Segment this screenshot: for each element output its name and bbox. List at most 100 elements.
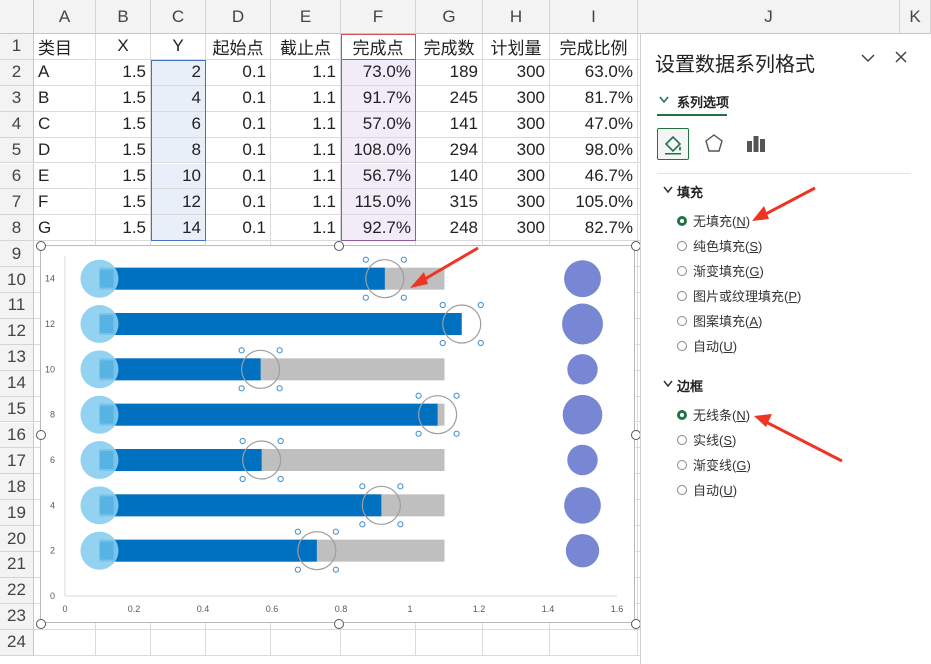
table-cell[interactable]: 1.1 bbox=[271, 59, 341, 86]
table-header-cell[interactable]: 类目 bbox=[34, 34, 96, 60]
column-header[interactable]: B bbox=[96, 0, 151, 34]
empty-cell[interactable] bbox=[416, 629, 483, 656]
empty-cell[interactable] bbox=[151, 629, 206, 656]
row-header[interactable]: 7 bbox=[0, 189, 34, 216]
radio-option-border-2[interactable]: 渐变线(G) bbox=[677, 455, 751, 474]
row-header[interactable]: 3 bbox=[0, 85, 34, 112]
column-header[interactable]: J bbox=[638, 0, 900, 34]
table-cell[interactable]: E bbox=[34, 163, 96, 190]
row-header[interactable]: 2 bbox=[0, 59, 34, 86]
table-cell[interactable]: 1.5 bbox=[96, 85, 151, 112]
table-cell[interactable]: 47.0% bbox=[550, 111, 638, 138]
table-header-cell[interactable]: 完成数 bbox=[416, 34, 483, 60]
radio-button[interactable] bbox=[677, 340, 687, 351]
row-header[interactable]: 8 bbox=[0, 215, 34, 242]
table-cell[interactable]: 1.5 bbox=[96, 59, 151, 86]
table-cell[interactable]: 81.7% bbox=[550, 85, 638, 112]
column-header[interactable]: H bbox=[483, 0, 550, 34]
table-cell[interactable]: 140 bbox=[416, 163, 483, 190]
row-header[interactable]: 17 bbox=[0, 448, 34, 475]
chart-area[interactable]: 0 0.2 0.4 0.6 0.8 1 1.2 1.4 1.6 0 2 4 6 8 10 12 14 bbox=[36, 241, 641, 629]
row-header[interactable]: 15 bbox=[0, 396, 34, 423]
table-cell[interactable]: 98.0% bbox=[550, 137, 638, 164]
table-cell[interactable]: 294 bbox=[416, 137, 483, 164]
column-header[interactable]: G bbox=[416, 0, 483, 34]
table-cell[interactable]: D bbox=[34, 137, 96, 164]
empty-cell[interactable] bbox=[341, 629, 416, 656]
empty-cell[interactable] bbox=[96, 629, 151, 656]
empty-cell[interactable] bbox=[483, 629, 550, 656]
table-cell[interactable]: 1.5 bbox=[96, 137, 151, 164]
table-cell[interactable]: 245 bbox=[416, 85, 483, 112]
radio-option-fill-0[interactable]: 无填充(N) bbox=[677, 211, 750, 230]
table-cell[interactable]: 189 bbox=[416, 59, 483, 86]
row-header[interactable]: 22 bbox=[0, 577, 34, 604]
table-cell[interactable]: F bbox=[34, 189, 96, 216]
table-cell[interactable]: 1.1 bbox=[271, 189, 341, 216]
radio-button[interactable] bbox=[677, 434, 687, 445]
table-cell[interactable]: C bbox=[34, 111, 96, 138]
column-header[interactable]: A bbox=[34, 0, 96, 34]
table-cell[interactable]: 300 bbox=[483, 215, 550, 242]
table-cell[interactable]: 105.0% bbox=[550, 189, 638, 216]
column-header[interactable]: K bbox=[900, 0, 931, 34]
row-header[interactable]: 20 bbox=[0, 526, 34, 552]
series-options-icon[interactable] bbox=[741, 128, 771, 158]
row-header[interactable]: 21 bbox=[0, 552, 34, 578]
empty-cell[interactable] bbox=[206, 629, 271, 656]
row-header[interactable]: 23 bbox=[0, 603, 34, 630]
table-cell[interactable]: 300 bbox=[483, 189, 550, 216]
table-cell[interactable]: 300 bbox=[483, 163, 550, 190]
chevron-down-icon[interactable] bbox=[861, 50, 875, 68]
row-header[interactable]: 16 bbox=[0, 422, 34, 449]
table-cell[interactable]: 1.1 bbox=[271, 137, 341, 164]
table-cell[interactable]: 0.1 bbox=[206, 215, 271, 242]
radio-button[interactable] bbox=[677, 290, 687, 301]
table-cell[interactable]: 82.7% bbox=[550, 215, 638, 242]
row-header[interactable]: 10 bbox=[0, 267, 34, 293]
chart-resize-handle[interactable] bbox=[36, 619, 46, 629]
table-cell[interactable]: 0.1 bbox=[206, 163, 271, 190]
table-cell[interactable]: 300 bbox=[483, 85, 550, 112]
table-header-cell[interactable]: 截止点 bbox=[271, 34, 341, 60]
radio-button[interactable] bbox=[677, 315, 687, 326]
table-cell[interactable]: 46.7% bbox=[550, 163, 638, 190]
table-cell[interactable]: 300 bbox=[483, 137, 550, 164]
table-cell[interactable]: 1.1 bbox=[271, 163, 341, 190]
table-cell[interactable]: A bbox=[34, 59, 96, 86]
table-header-cell[interactable]: 计划量 bbox=[483, 34, 550, 60]
radio-button[interactable] bbox=[677, 459, 687, 470]
table-cell[interactable]: 0.1 bbox=[206, 59, 271, 86]
chart-resize-handle[interactable] bbox=[333, 241, 344, 251]
row-header[interactable]: 18 bbox=[0, 474, 34, 501]
row-header[interactable]: 14 bbox=[0, 370, 34, 397]
table-cell[interactable]: 63.0% bbox=[550, 59, 638, 86]
row-header[interactable]: 24 bbox=[0, 629, 34, 656]
chart-resize-handle[interactable] bbox=[36, 430, 46, 440]
table-cell[interactable]: 300 bbox=[483, 59, 550, 86]
table-header-cell[interactable]: 完成比例 bbox=[550, 34, 638, 60]
row-header[interactable]: 5 bbox=[0, 137, 34, 164]
row-header[interactable]: 4 bbox=[0, 111, 34, 138]
table-cell[interactable]: 1.5 bbox=[96, 215, 151, 242]
radio-option-fill-3[interactable]: 图片或纹理填充(P) bbox=[677, 286, 801, 305]
chart-resize-handle[interactable] bbox=[36, 241, 46, 251]
radio-button[interactable] bbox=[677, 215, 687, 226]
row-header[interactable]: 6 bbox=[0, 163, 34, 190]
column-header[interactable]: D bbox=[206, 0, 271, 34]
table-cell[interactable]: 1.5 bbox=[96, 111, 151, 138]
table-cell[interactable]: G bbox=[34, 215, 96, 242]
select-all-corner[interactable] bbox=[0, 0, 34, 34]
table-header-cell[interactable]: X bbox=[96, 34, 151, 60]
close-icon[interactable] bbox=[895, 50, 907, 68]
radio-option-border-1[interactable]: 实线(S) bbox=[677, 430, 736, 449]
radio-option-fill-5[interactable]: 自动(U) bbox=[677, 336, 737, 355]
row-header[interactable]: 1 bbox=[0, 34, 34, 60]
column-header[interactable]: C bbox=[151, 0, 206, 34]
table-cell[interactable]: B bbox=[34, 85, 96, 112]
row-header[interactable]: 19 bbox=[0, 500, 34, 527]
radio-option-fill-4[interactable]: 图案填充(A) bbox=[677, 311, 762, 330]
column-header[interactable]: F bbox=[341, 0, 416, 34]
radio-button[interactable] bbox=[677, 265, 687, 276]
table-cell[interactable]: 0.1 bbox=[206, 111, 271, 138]
